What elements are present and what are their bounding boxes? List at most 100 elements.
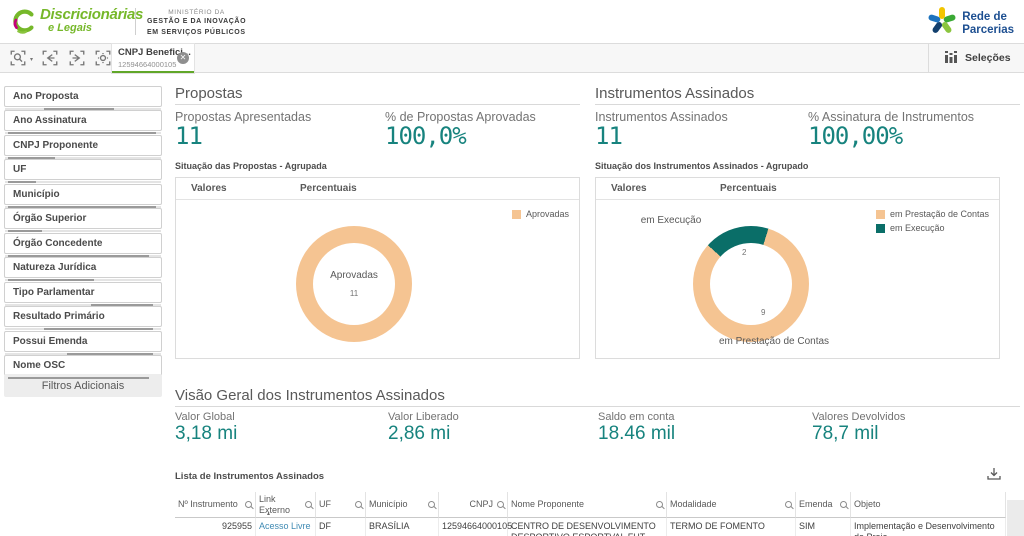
kpi-valores-devolvidos-label: Valores Devolvidos	[812, 411, 905, 423]
filter-municipio[interactable]: Município	[4, 184, 162, 205]
smart-search-icon[interactable]	[8, 49, 28, 69]
search-icon[interactable]	[305, 501, 312, 508]
propostas-legend: Aprovadas	[512, 209, 569, 223]
propostas-donut-chart[interactable]: Aprovadas 11	[296, 226, 412, 342]
kpi-valor-liberado-label: Valor Liberado	[388, 411, 459, 423]
filter-scrollbar[interactable]	[8, 157, 55, 159]
filter-scrollbar[interactable]	[44, 108, 114, 110]
filter-scrollbar[interactable]	[67, 353, 153, 355]
col-label: Município	[369, 499, 408, 509]
col-header-emenda[interactable]: Emenda	[796, 492, 851, 518]
remove-selection-icon[interactable]: ✕	[177, 52, 189, 64]
donut-center-label: Aprovadas	[330, 270, 378, 281]
step-forward-icon[interactable]	[67, 49, 87, 69]
filter-orgao-concedente[interactable]: Órgão Concedente	[4, 233, 162, 254]
ministry-line2: GESTÃO E DA INOVAÇÃO	[147, 17, 246, 27]
instrumentos-donut-chart[interactable]	[693, 226, 809, 342]
filter-cnpj-proponente[interactable]: CNPJ Proponente	[4, 135, 162, 156]
clear-selections-icon[interactable]	[93, 49, 113, 69]
visao-geral-section-title: Visão Geral dos Instrumentos Assinados	[175, 387, 445, 404]
search-icon[interactable]	[428, 501, 435, 508]
legend-item-execucao[interactable]: em Execução	[876, 223, 989, 233]
kpi-valor-global-value: 3,18 mi	[175, 423, 237, 445]
legend-item-prestacao[interactable]: em Prestação de Contas	[876, 209, 989, 219]
selections-button[interactable]: Seleções	[936, 44, 1022, 72]
cell-link-externo[interactable]: Acesso Livre	[256, 518, 316, 536]
col-header-num-instrumento[interactable]: Nº Instrumento	[175, 492, 256, 518]
filter-label: Natureza Jurídica	[13, 262, 96, 273]
filter-orgao-superior[interactable]: Órgão Superior	[4, 208, 162, 229]
filter-natureza-juridica[interactable]: Natureza Jurídica	[4, 257, 162, 278]
search-icon[interactable]	[785, 501, 792, 508]
ministry-wordmark: MINISTÉRIO DA GESTÃO E DA INOVAÇÃO EM SE…	[147, 8, 246, 38]
filter-label: Nome OSC	[13, 360, 65, 371]
propostas-chart-tabs: Valores Percentuais	[176, 178, 579, 200]
search-icon[interactable]	[355, 501, 362, 508]
filter-scrollbar[interactable]	[8, 181, 36, 183]
search-icon[interactable]	[840, 501, 847, 508]
col-header-objeto[interactable]: Objeto	[851, 492, 1006, 518]
header-divider	[135, 8, 136, 35]
filter-nome-osc[interactable]: Nome OSC	[4, 355, 162, 376]
cell-uf[interactable]: DF	[316, 518, 366, 536]
legend-item-aprovadas[interactable]: Aprovadas	[512, 209, 569, 219]
cell-num-instrumento[interactable]: 925955	[175, 518, 256, 536]
search-icon[interactable]	[656, 501, 663, 508]
ministry-line1: MINISTÉRIO DA	[147, 8, 246, 17]
col-header-cnpj[interactable]: CNPJ	[439, 492, 508, 518]
filter-scrollbar[interactable]	[8, 132, 156, 134]
search-icon[interactable]	[245, 501, 252, 508]
col-header-nome-proponente[interactable]: Nome Proponente	[508, 492, 667, 518]
search-dropdown-caret-icon[interactable]: ▾	[30, 56, 33, 63]
filter-ano-proposta[interactable]: Ano Proposta	[4, 86, 162, 107]
table-title: Lista de Instrumentos Assinados	[175, 471, 324, 482]
filter-uf[interactable]: UF	[4, 159, 162, 180]
cell-modalidade[interactable]: TERMO DE FOMENTO	[667, 518, 796, 536]
cell-municipio[interactable]: BRASÍLIA	[366, 518, 439, 536]
table-scroll-area[interactable]	[1007, 500, 1024, 536]
filter-scrollbar[interactable]	[8, 206, 156, 208]
rede-de-parcerias-star-icon	[926, 5, 958, 42]
search-icon[interactable]	[497, 501, 504, 508]
step-back-icon[interactable]	[40, 49, 60, 69]
legend-swatch	[876, 210, 885, 219]
selections-button-label: Seleções	[965, 52, 1011, 64]
app-logo-line1: Discricionárias	[40, 7, 143, 22]
col-label: Nome Proponente	[511, 499, 584, 509]
selection-chip-cnpj[interactable]: CNPJ Benefici... 12594664000105 ✕	[112, 44, 194, 73]
legend-label: Aprovadas	[526, 209, 569, 219]
filter-label: Órgão Concedente	[13, 238, 102, 249]
tab-percentuais[interactable]: Percentuais	[300, 178, 357, 200]
partner-line1: Rede de	[962, 11, 1014, 23]
filter-possui-emenda[interactable]: Possui Emenda	[4, 331, 162, 352]
cell-nome-proponente[interactable]: CENTRO DE DESENVOLVIMENTO DESPORTIVO ESP…	[508, 518, 667, 536]
filter-scrollbar[interactable]	[8, 230, 42, 232]
filter-label: Resultado Primário	[13, 311, 105, 322]
cell-cnpj[interactable]: 12594664000105	[439, 518, 508, 536]
col-header-link-externo[interactable]: Link Externo▲	[256, 492, 316, 518]
slice-label-execucao: em Execução	[621, 215, 721, 226]
tab-valores[interactable]: Valores	[191, 178, 227, 200]
col-header-uf[interactable]: UF	[316, 492, 366, 518]
col-header-municipio[interactable]: Município	[366, 492, 439, 518]
filter-scrollbar[interactable]	[8, 255, 148, 257]
filter-ano-assinatura[interactable]: Ano Assinatura	[4, 110, 162, 131]
legend-swatch	[512, 210, 521, 219]
cell-emenda[interactable]: SIM	[796, 518, 851, 536]
filter-scrollbar[interactable]	[8, 377, 148, 379]
tab-percentuais[interactable]: Percentuais	[720, 178, 777, 200]
col-label: Objeto	[854, 499, 881, 509]
col-header-modalidade[interactable]: Modalidade	[667, 492, 796, 518]
propostas-section-title: Propostas	[175, 85, 243, 102]
filter-scrollbar[interactable]	[8, 279, 94, 281]
tab-valores[interactable]: Valores	[611, 178, 647, 200]
filter-scrollbar[interactable]	[91, 304, 153, 306]
cell-objeto[interactable]: Implementação e Desenvolvimento do Proje…	[851, 518, 1006, 536]
filter-resultado-primario[interactable]: Resultado Primário	[4, 306, 162, 327]
filter-scrollbar[interactable]	[44, 328, 153, 330]
filter-tipo-parlamentar[interactable]: Tipo Parlamentar	[4, 282, 162, 303]
download-icon[interactable]	[985, 466, 1003, 484]
kpi-instrumentos-assinados-value: 11	[595, 122, 622, 150]
kpi-propostas-apresentadas-value: 11	[175, 122, 202, 150]
ministry-line3: EM SERVIÇOS PÚBLICOS	[147, 28, 246, 38]
